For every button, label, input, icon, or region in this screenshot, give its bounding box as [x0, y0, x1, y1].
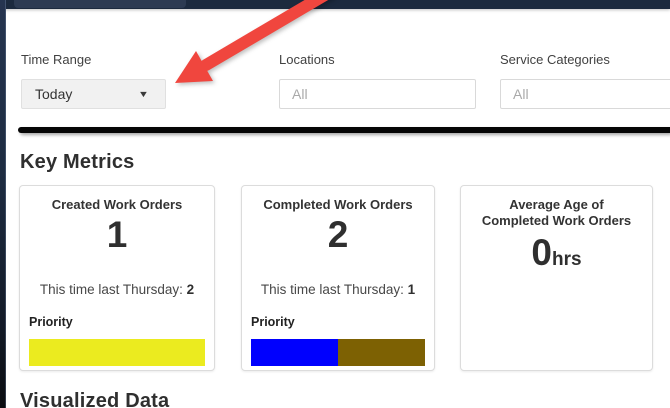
- priority-bar-segment-yellow: [29, 339, 205, 366]
- locations-input[interactable]: [279, 79, 476, 109]
- card-value-number: 0: [531, 232, 552, 273]
- key-metrics-heading: Key Metrics: [20, 151, 134, 174]
- priority-bar-chart: [29, 339, 205, 366]
- card-title: Created Work Orders: [20, 197, 214, 213]
- service-categories-label: Service Categories: [500, 52, 610, 67]
- locations-label: Locations: [279, 52, 335, 67]
- time-range-dropdown[interactable]: Today ▼: [21, 79, 166, 109]
- priority-bar-segment-olive: [338, 339, 425, 366]
- dashboard-screen: Time Range Today ▼ Locations Service Cat…: [0, 0, 670, 408]
- card-value-unit: hrs: [552, 249, 582, 270]
- time-range-label: Time Range: [21, 52, 91, 67]
- chevron-down-icon: ▼: [138, 89, 149, 99]
- section-divider: [18, 127, 670, 133]
- comparison-text: This time last Thursday:: [40, 282, 187, 297]
- average-age-card: Average Age of Completed Work Orders 0hr…: [460, 185, 653, 371]
- comparison-value: 2: [187, 282, 195, 297]
- created-work-orders-card: Created Work Orders 1 This time last Thu…: [19, 185, 215, 371]
- comparison-text: This time last Thursday:: [261, 282, 408, 297]
- priority-bar-segment-blue: [251, 339, 338, 366]
- priority-label: Priority: [251, 315, 295, 329]
- priority-bar-chart: [251, 339, 425, 366]
- card-value: 1: [20, 212, 214, 258]
- card-value: 2: [242, 212, 434, 258]
- card-value: 0hrs: [461, 230, 652, 283]
- priority-label: Priority: [29, 315, 73, 329]
- left-edge-strip: [0, 0, 6, 408]
- completed-work-orders-card: Completed Work Orders 2 This time last T…: [241, 185, 435, 371]
- service-categories-input[interactable]: [500, 79, 670, 109]
- card-title: Average Age of Completed Work Orders: [461, 197, 652, 229]
- topbar-highlight: [14, 0, 186, 8]
- comparison-value: 1: [408, 282, 416, 297]
- card-title: Completed Work Orders: [242, 197, 434, 213]
- time-range-value: Today: [35, 86, 72, 102]
- top-navigation-bar: [0, 0, 670, 9]
- card-comparison: This time last Thursday: 2: [20, 282, 214, 297]
- card-comparison: This time last Thursday: 1: [242, 282, 434, 297]
- visualized-data-heading: Visualized Data: [20, 390, 169, 408]
